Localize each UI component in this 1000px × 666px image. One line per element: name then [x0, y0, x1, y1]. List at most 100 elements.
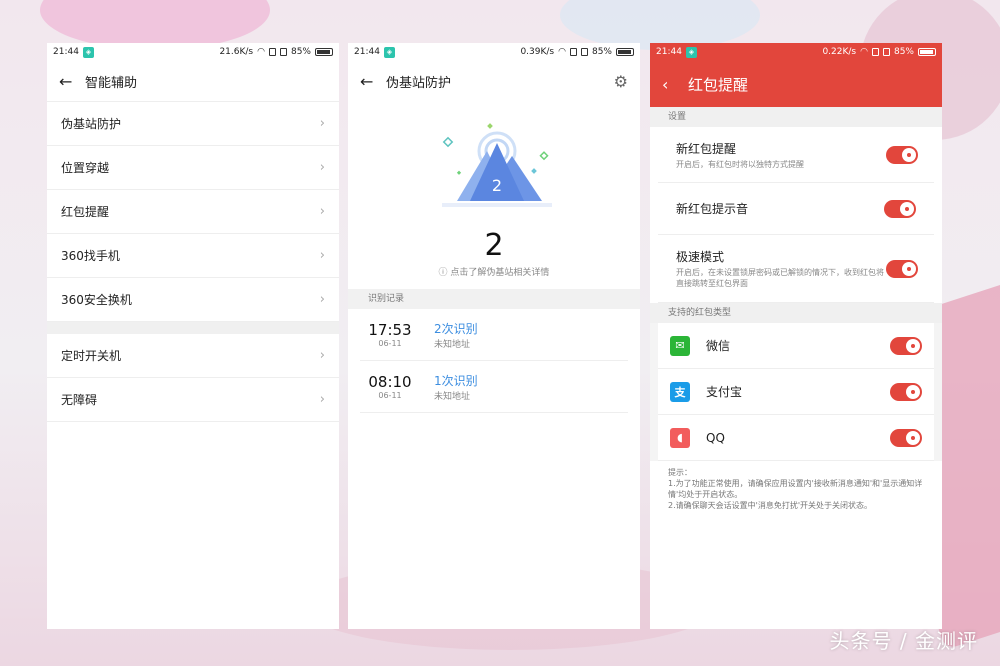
- list-item[interactable]: 360找手机 ›: [47, 234, 339, 278]
- setting-desc: 开启后，有红包时将以独特方式提醒: [676, 159, 804, 169]
- record-count: 1次识别: [434, 373, 478, 388]
- shield-icon: ◈: [82, 46, 94, 58]
- status-time: 21:44: [656, 47, 682, 57]
- list-item[interactable]: 360安全换机 ›: [47, 278, 339, 322]
- sim-icon: [268, 48, 276, 56]
- list-item-label: 360找手机: [61, 249, 120, 263]
- tips-text: 提示： 1.为了功能正常使用，请确保应用设置内'接收新消息通知'和'显示通知详情…: [668, 468, 923, 510]
- status-time: 21:44: [354, 47, 380, 57]
- toggle-switch[interactable]: [890, 382, 922, 401]
- record-count: 2次识别: [434, 321, 478, 336]
- smart-assist-screen: 21:44 ◈ 21.6K/s ◠ 85% ← 智能辅助 伪基站防护 › 位置穿越 › 红包提…: [47, 43, 339, 629]
- gear-icon[interactable]: ⚙: [614, 72, 628, 91]
- battery-icon: [616, 48, 634, 56]
- types-section-header: 支持的红包类型: [650, 303, 942, 323]
- sim2-icon: [279, 48, 287, 56]
- battery-percent: 85%: [893, 47, 914, 57]
- settings-section-header: 设置: [650, 107, 942, 127]
- chevron-right-icon: ›: [319, 348, 325, 363]
- list-item-label: 定时开关机: [61, 349, 122, 363]
- app-name: QQ: [706, 430, 725, 445]
- list-item[interactable]: 无障碍 ›: [47, 378, 339, 422]
- setting-title: 极速模式: [676, 250, 725, 264]
- shield-icon: ◈: [383, 46, 395, 58]
- list-item[interactable]: 红包提醒 ›: [47, 190, 339, 234]
- list-item[interactable]: 定时开关机 ›: [47, 334, 339, 378]
- status-bar: 21:44 ◈ 0.22K/s ◠ 85%: [650, 43, 942, 61]
- setting-title: 新红包提醒: [676, 141, 737, 156]
- battery-percent: 85%: [290, 47, 311, 57]
- record-time: 08:10: [368, 373, 412, 391]
- sim2-icon: [580, 48, 588, 56]
- tips-note: 提示： 1.为了功能正常使用，请确保应用设置内'接收新消息通知'和'显示通知详情…: [650, 461, 942, 629]
- chevron-right-icon: ›: [319, 392, 325, 407]
- setting-desc: 开启后，在未设置锁屏密码或已解锁的情况下，收到红包将直接跳转至红包界面: [676, 268, 884, 288]
- page-title: 智能辅助: [85, 75, 138, 91]
- station-illustration: 2: [348, 101, 640, 221]
- mountain-tower-icon: 2: [442, 123, 552, 207]
- toggle-switch[interactable]: [890, 428, 922, 447]
- battery-percent: 85%: [591, 47, 612, 57]
- fake-base-station-screen: 21:44 ◈ 0.39K/s ◠ 85% ← 伪基站防护 ⚙ 2 2 ⓘ 点击了解伪…: [348, 43, 640, 629]
- details-link[interactable]: ⓘ 点击了解伪基站相关详情: [348, 265, 640, 283]
- record-row[interactable]: 17:53 06-11 2次识别未知地址: [360, 309, 628, 361]
- status-bar: 21:44 ◈ 0.39K/s ◠ 85%: [348, 43, 640, 61]
- list-item-label: 无障碍: [61, 393, 98, 407]
- chevron-right-icon: ›: [319, 204, 325, 219]
- status-time: 21:44: [53, 47, 79, 57]
- app-type-row: 支 支付宝: [658, 369, 934, 415]
- battery-icon: [315, 48, 333, 56]
- page-title: 伪基站防护: [386, 75, 452, 91]
- record-row[interactable]: 08:10 06-11 1次识别未知地址: [360, 361, 628, 413]
- setting-row: 新红包提醒开启后，有红包时将以独特方式提醒: [658, 127, 934, 183]
- list-item[interactable]: 位置穿越 ›: [47, 146, 339, 190]
- net-speed: 0.22K/s: [822, 47, 857, 57]
- toggle-switch[interactable]: [884, 199, 916, 218]
- watermark: 头条号 / 金测评: [829, 629, 978, 653]
- app-logo-icon: ✉: [670, 335, 690, 356]
- record-date: 06-11: [378, 339, 402, 348]
- list-item-label: 位置穿越: [61, 161, 110, 175]
- toggle-switch[interactable]: [890, 336, 922, 355]
- wifi-icon: ◠: [257, 47, 265, 57]
- back-arrow-icon[interactable]: ←: [360, 72, 386, 91]
- app-logo-icon: ◖: [670, 427, 690, 448]
- section-separator: [47, 322, 339, 334]
- red-packet-reminder-screen: 21:44 ◈ 0.22K/s ◠ 85% ‹ 红包提醒 设置 新红包提醒 开启后，有红…: [650, 43, 942, 629]
- app-name: 微信: [706, 339, 731, 353]
- top-bar: ‹ 红包提醒: [650, 61, 942, 107]
- record-time: 17:53: [368, 321, 412, 339]
- list-item-label: 伪基站防护: [61, 117, 122, 131]
- page-title: 红包提醒: [688, 75, 749, 94]
- setting-row: 极速模式开启后，在未设置锁屏密码或已解锁的情况下，收到红包将直接跳转至红包界面: [658, 235, 934, 303]
- top-bar: ← 智能辅助: [47, 61, 339, 101]
- back-chevron-icon[interactable]: ‹: [662, 75, 688, 94]
- app-type-row: ✉ 微信: [658, 323, 934, 369]
- setting-row: 新红包提示音: [658, 183, 934, 235]
- record-address: 未知地址: [434, 339, 471, 350]
- record-address: 未知地址: [434, 391, 471, 402]
- station-count: 2: [484, 228, 504, 263]
- toggle-switch[interactable]: [886, 145, 918, 164]
- chevron-right-icon: ›: [319, 116, 325, 131]
- record-date: 06-11: [378, 391, 402, 400]
- wifi-icon: ◠: [860, 47, 868, 57]
- sim-icon: [871, 48, 879, 56]
- back-arrow-icon[interactable]: ←: [59, 72, 85, 91]
- net-speed: 21.6K/s: [219, 47, 254, 57]
- app-name: 支付宝: [706, 385, 743, 399]
- setting-title: 新红包提示音: [676, 202, 749, 216]
- records-section-header: 识别记录: [348, 289, 640, 309]
- list-item[interactable]: 伪基站防护 ›: [47, 102, 339, 146]
- chevron-right-icon: ›: [319, 160, 325, 175]
- details-link-label: 点击了解伪基站相关详情: [450, 268, 550, 278]
- chevron-right-icon: ›: [319, 248, 325, 263]
- app-logo-icon: 支: [670, 381, 690, 402]
- list-item-label: 360安全换机: [61, 293, 132, 307]
- sim-icon: [569, 48, 577, 56]
- toggle-switch[interactable]: [886, 259, 918, 278]
- wifi-icon: ◠: [558, 47, 566, 57]
- sim2-icon: [882, 48, 890, 56]
- chevron-right-icon: ›: [319, 292, 325, 307]
- app-type-row: ◖ QQ: [658, 415, 934, 461]
